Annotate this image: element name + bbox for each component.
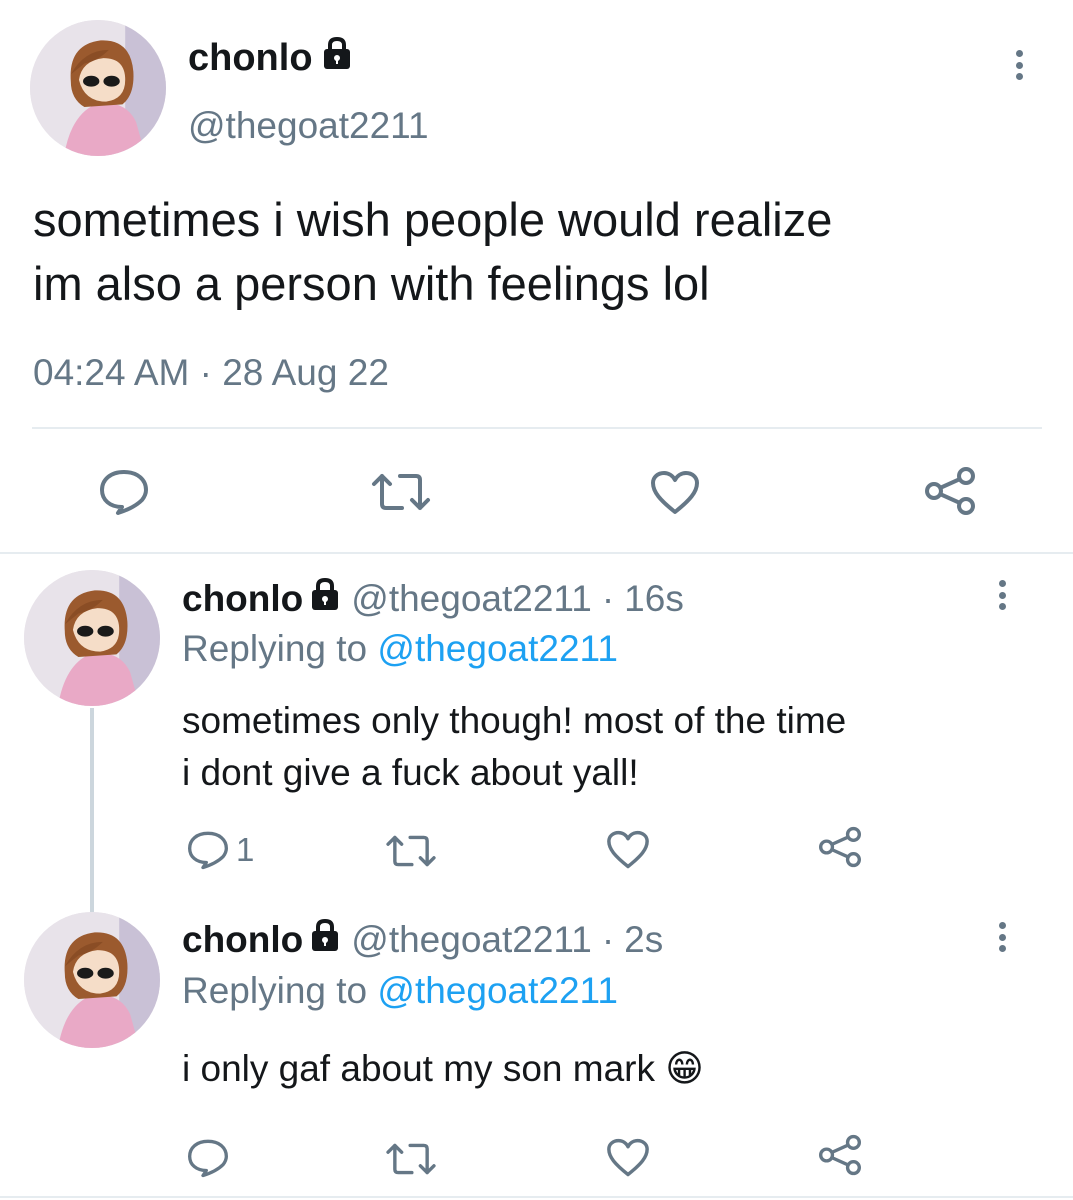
retweet-icon[interactable] (370, 472, 432, 512)
reply-icon[interactable] (98, 468, 150, 516)
avatar[interactable] (30, 20, 166, 156)
share-icon[interactable] (818, 1134, 862, 1176)
tweet-text-line: i only gaf about my son mark (182, 1048, 655, 1089)
divider (32, 427, 1042, 429)
retweet-icon[interactable] (384, 1142, 438, 1176)
handle[interactable]: @thegoat2211 (351, 578, 592, 620)
tweet-text: sometimes i wish people would realize im… (33, 188, 832, 316)
thread-line (90, 708, 94, 912)
handle[interactable]: @thegoat2211 (351, 919, 592, 961)
reply-icon[interactable] (186, 1138, 230, 1178)
share-icon[interactable] (818, 826, 862, 868)
grinning-emoji: 😁 (665, 1047, 704, 1090)
divider (0, 552, 1073, 554)
avatar[interactable] (24, 912, 160, 1048)
retweet-icon[interactable] (384, 834, 438, 868)
replying-to-link[interactable]: @thegoat2211 (377, 970, 618, 1011)
avatar-image (24, 570, 160, 706)
avatar-image (24, 912, 160, 1048)
display-name[interactable]: chonlo (182, 919, 303, 961)
tweet-text-line: im also a person with feelings lol (33, 257, 710, 310)
reply-icon[interactable]: 1 (186, 830, 254, 870)
more-icon[interactable] (997, 580, 1007, 610)
handle[interactable]: @thegoat2211 (188, 105, 429, 147)
tweet-text: i only gaf about my son mark 😁 (182, 1047, 704, 1090)
replying-to-link[interactable]: @thegoat2211 (377, 628, 618, 669)
timestamp[interactable]: 16s (624, 578, 684, 620)
like-icon[interactable] (606, 830, 650, 870)
date: 28 Aug 22 (222, 352, 389, 393)
display-name[interactable]: chonlo (188, 37, 313, 80)
more-icon[interactable] (1014, 50, 1024, 80)
avatar-image (30, 20, 166, 156)
tweet-text-line: sometimes i wish people would realize (33, 193, 833, 246)
lock-icon (309, 918, 341, 961)
timestamp[interactable]: 04:24 AM · 28 Aug 22 (33, 352, 389, 394)
separator: · (199, 352, 212, 393)
tweet-text-line: sometimes only though! most of the time (182, 700, 847, 741)
tweet-text: sometimes only though! most of the time … (182, 695, 846, 799)
separator: · (601, 577, 615, 619)
like-icon[interactable] (650, 470, 700, 516)
replying-to: Replying to @thegoat2211 (182, 628, 618, 670)
replying-to-label: Replying to (182, 970, 368, 1011)
time: 04:24 AM (33, 352, 190, 393)
like-icon[interactable] (606, 1138, 650, 1178)
lock-icon (321, 36, 353, 80)
lock-icon (309, 577, 341, 620)
timestamp[interactable]: 2s (624, 919, 663, 961)
display-name[interactable]: chonlo (182, 578, 303, 620)
tweet-text-line: i dont give a fuck about yall! (182, 752, 639, 793)
divider (0, 1196, 1073, 1198)
share-icon[interactable] (924, 466, 976, 516)
reply-header: chonlo @thegoat2211 · 2s (182, 918, 663, 961)
reply-count: 1 (236, 831, 255, 868)
separator: · (601, 918, 615, 960)
replying-to-label: Replying to (182, 628, 368, 669)
more-icon[interactable] (997, 922, 1007, 952)
reply-header: chonlo @thegoat2211 · 16s (182, 577, 684, 620)
avatar[interactable] (24, 570, 160, 706)
replying-to: Replying to @thegoat2211 (182, 970, 618, 1012)
